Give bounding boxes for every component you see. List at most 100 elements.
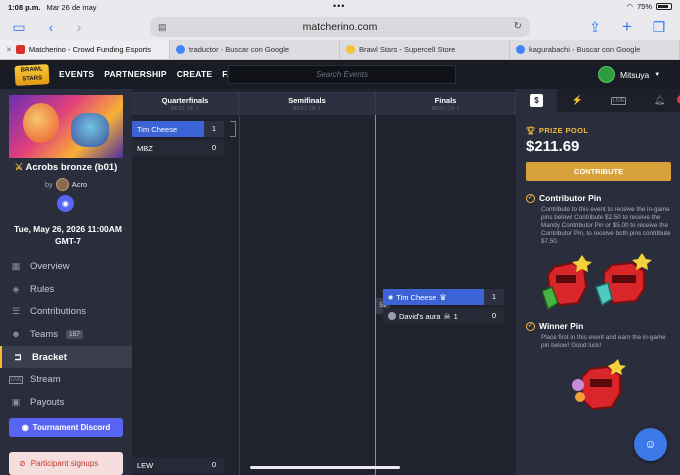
sidebar-item-overview[interactable]: ▦ Overview (0, 255, 132, 278)
discord-icon[interactable]: ◉ (57, 195, 74, 212)
match-row-loser[interactable]: MBZ 0 (132, 140, 224, 156)
tab-overview-icon[interactable]: ❐ (650, 18, 668, 36)
sidebar-item-label: Teams (30, 328, 58, 340)
match-row-loser[interactable]: LEW 0 (132, 457, 224, 473)
prize-panel: $ ⚡ LIVE 🔔︎ 45 🏆︎ PRIZE POOL $211.69 CON… (516, 89, 680, 475)
logo-text-bottom: STARS (22, 75, 43, 83)
page-settings-icon[interactable]: ▤ (158, 17, 167, 37)
crown-icon: ♛ (439, 292, 447, 302)
sidebar-toggle-icon[interactable]: ▭ (10, 18, 28, 36)
sidebar-item-label: Bracket (32, 351, 67, 363)
discord-button-label: Tournament Discord (32, 423, 111, 432)
column-divider (375, 115, 376, 475)
sidebar-item-bracket[interactable]: ⊐ Bracket (0, 345, 132, 369)
layers-icon: ◈ (12, 283, 20, 294)
match-row-loser[interactable]: David's aura ☠ 1 0 (383, 308, 504, 324)
sidebar-item-stream[interactable]: LIVE Stream (0, 368, 132, 391)
event-title: ⚔ Acrobs bronze (b01) (0, 162, 132, 173)
address-bar[interactable]: ▤ matcherino.com ↻ (150, 17, 530, 37)
tab-live[interactable]: LIVE (598, 89, 639, 112)
bolt-icon: ⚡ (571, 95, 584, 105)
team-name: Tim Cheese (132, 121, 204, 137)
round-format: BEST OF 1 (170, 106, 200, 112)
nav-events[interactable]: EVENTS (59, 69, 94, 79)
crossed-swords-icon: ⚔ (14, 162, 24, 173)
column-divider (239, 115, 240, 475)
search-input[interactable]: Search Events (228, 65, 456, 84)
event-banner-image (9, 95, 123, 158)
tab-label: Matcherino - Crowd Funding Esports (28, 45, 152, 54)
tab-notifications[interactable]: 🔔︎ 45 (639, 89, 680, 112)
browser-tab-matcherino[interactable]: ✕ Matcherino - Crowd Funding Esports (0, 40, 170, 59)
match-row-winner[interactable]: Tim Cheese 1 (132, 121, 224, 137)
skull-icon: ☠ (443, 311, 451, 321)
share-icon[interactable]: ⇪ (586, 18, 604, 36)
dollar-icon: $ (530, 94, 543, 107)
browser-tab-kagurabachi[interactable]: kagurabachi - Buscar con Google (510, 40, 680, 59)
chat-bot-button[interactable]: ☺ (634, 428, 667, 461)
tab-label: traductor - Buscar con Google (189, 45, 290, 54)
chevron-down-icon: ▼ (654, 71, 661, 78)
check-circle-icon: ✓ (526, 321, 535, 331)
google-favicon-icon (176, 45, 185, 54)
close-tab-icon[interactable]: ✕ (6, 46, 12, 54)
prize-pool-text: PRIZE POOL (538, 126, 589, 135)
battery-icon (656, 3, 672, 10)
sidebar-item-label: Overview (30, 260, 70, 272)
eye-icon: ◉ (388, 294, 394, 301)
tab-prize[interactable]: $ (516, 89, 557, 112)
event-date: Tue, May 26, 2026 11:00AM GMT-7 (13, 224, 123, 246)
organizer-name[interactable]: Acro (72, 180, 87, 189)
participant-signups-notice[interactable]: ⊘ Participant signups (9, 452, 123, 475)
contribute-button[interactable]: CONTRIBUTE (526, 162, 671, 181)
user-menu[interactable]: Mitsuya ▼ (598, 66, 660, 83)
screen: 1:08 p.m. Mar 26 de may ••• ◠ 75% ▭ ‹ › … (0, 0, 680, 475)
back-icon[interactable]: ‹ (42, 18, 60, 36)
home-indicator (250, 466, 400, 469)
tournament-discord-button[interactable]: ◉ Tournament Discord (9, 418, 123, 437)
browser-tab-supercell[interactable]: Brawl Stars - Supercell Store (340, 40, 510, 59)
sidebar-item-contributions[interactable]: ☰ Contributions (0, 300, 132, 323)
wifi-icon: ◠ (626, 2, 633, 11)
team-entry: ◉ Tim Cheese ♛ (383, 289, 484, 305)
winner-pin-image (572, 359, 626, 411)
tab-activity[interactable]: ⚡ (557, 89, 598, 112)
bracket-icon: ⊐ (14, 351, 22, 362)
sidebar-item-payouts[interactable]: ▣ Payouts (0, 391, 132, 414)
match-row-winner[interactable]: ◉ Tim Cheese ♛ 1 (383, 289, 504, 305)
team-name: LEW (132, 457, 204, 473)
teams-count-badge: 157 (65, 329, 83, 339)
multitask-dots-icon[interactable]: ••• (333, 1, 345, 11)
grid-icon: ▦ (11, 260, 21, 271)
team-entry: David's aura ☠ 1 (383, 308, 484, 324)
status-right: ◠ 75% (626, 2, 672, 11)
forward-icon[interactable]: › (70, 18, 88, 36)
sidebar-item-label: Stream (30, 374, 61, 386)
prize-pool-amount: $211.69 (526, 138, 580, 155)
round-header-semifinals: Semifinals BEST OF 1 (239, 92, 376, 115)
team-name: MBZ (132, 140, 204, 156)
organizer-line: by Acro (0, 178, 132, 191)
new-tab-icon[interactable]: + (618, 18, 636, 36)
avatar (598, 66, 615, 83)
brawl-stars-logo[interactable]: BRAWL STARS (14, 64, 50, 86)
sidebar-item-teams[interactable]: ☻ Teams 157 (0, 323, 132, 346)
contributor-pin-text: Contributor Pin (539, 193, 602, 203)
sidebar-item-label: Contributions (30, 306, 86, 318)
reload-icon[interactable]: ↻ (514, 17, 522, 37)
team-name: David's aura (399, 311, 441, 321)
bracket-view[interactable]: Quarterfinals BEST OF 1 Semifinals BEST … (132, 89, 516, 475)
live-icon: LIVE (8, 375, 24, 384)
battery-level: 75% (636, 2, 652, 11)
organizer-avatar[interactable] (55, 178, 69, 191)
nav-create[interactable]: CREATE (177, 69, 213, 79)
event-title-text: Acrobs bronze (b01) (25, 162, 118, 173)
trophy-icon: 🏆︎ (526, 126, 536, 135)
event-sidebar: ⚔ Acrobs bronze (b01) by Acro ◉ Tue, May… (0, 89, 132, 475)
browser-tab-traductor[interactable]: traductor - Buscar con Google (170, 40, 340, 59)
nav-partnership[interactable]: PARTNERSHIP (104, 69, 167, 79)
main-nav: EVENTS PARTNERSHIP CREATE FAQ (59, 69, 240, 79)
round-format: BEST OF 1 (431, 106, 460, 112)
bell-icon: 🔔︎ (653, 95, 666, 105)
sidebar-item-rules[interactable]: ◈ Rules (0, 278, 132, 301)
